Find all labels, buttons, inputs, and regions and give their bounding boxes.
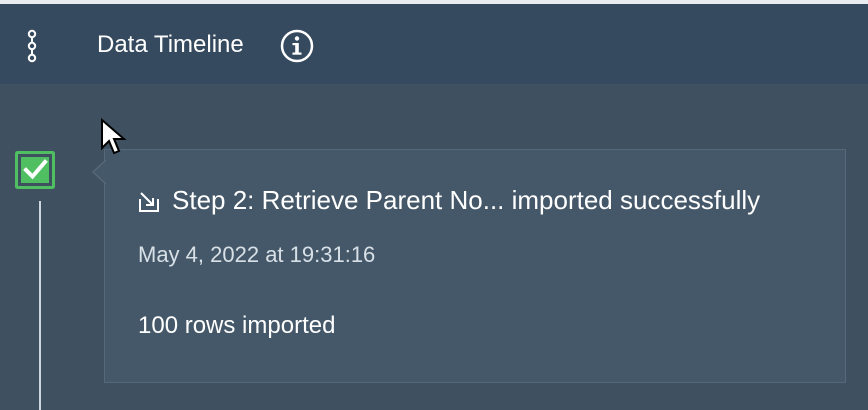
page-title: Data Timeline [97, 31, 244, 58]
info-icon[interactable] [280, 29, 314, 63]
timeline-line [39, 201, 41, 410]
import-arrow-icon [139, 192, 159, 212]
event-title: Step 2: Retrieve Parent No... imported s… [172, 185, 761, 215]
data-timeline-panel: Data Timeline Step 2: Retrieve Parent No… [0, 0, 868, 410]
panel-header: Data Timeline [0, 4, 868, 84]
card-pointer [92, 160, 106, 184]
checkmark-checkbox-icon [15, 151, 55, 189]
vertical-nodes-icon[interactable] [23, 29, 41, 63]
event-detail: 100 rows imported [138, 312, 336, 339]
event-timestamp: May 4, 2022 at 19:31:16 [138, 242, 376, 267]
